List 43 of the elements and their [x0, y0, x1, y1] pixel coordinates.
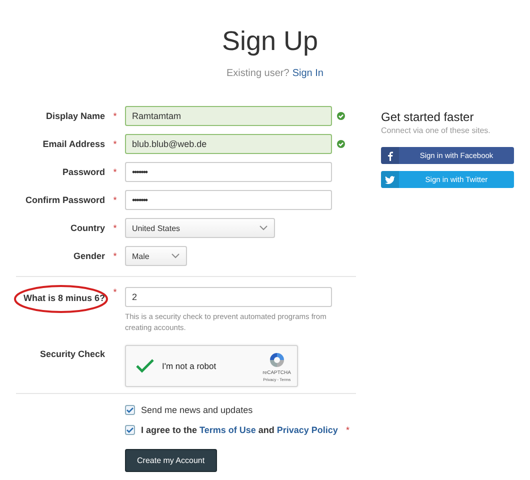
- chevron-icon: [259, 225, 268, 231]
- required-asterisk: *: [112, 139, 118, 149]
- checkbox[interactable]: [125, 425, 135, 435]
- bird-icon: [385, 176, 395, 184]
- field-label: Display Name: [44, 111, 105, 121]
- field-label: Security Check: [38, 348, 105, 359]
- sign-in-link[interactable]: Sign In: [292, 68, 324, 79]
- required-asterisk: *: [112, 195, 118, 205]
- terms-link[interactable]: Terms of Use: [200, 425, 256, 435]
- question-label: What is 8 minus 6?: [16, 287, 105, 303]
- check-circle-icon: [337, 140, 345, 148]
- input-field[interactable]: Ramtamtam: [125, 106, 332, 126]
- input-field[interactable]: •••••••: [125, 162, 332, 182]
- required-asterisk: *: [112, 287, 118, 297]
- select-dropdown[interactable]: Male: [125, 246, 187, 266]
- required-asterisk: *: [112, 223, 118, 233]
- required-asterisk: *: [112, 167, 118, 177]
- social-subtitle: Connect via one of these sites.: [381, 126, 492, 135]
- checkbox[interactable]: [125, 405, 135, 415]
- field-label: Confirm Password: [24, 195, 105, 205]
- recaptcha-logo-icon: [268, 351, 286, 369]
- field-label: Country: [70, 223, 105, 233]
- required-asterisk: *: [112, 251, 118, 261]
- field-label: Password: [61, 167, 105, 177]
- required-asterisk: *: [346, 425, 350, 435]
- input-field[interactable]: •••••••: [125, 190, 332, 210]
- page-title: Sign Up: [220, 25, 320, 58]
- privacy-link[interactable]: Privacy Policy: [276, 425, 338, 435]
- create-account-button[interactable]: Create my Account: [125, 449, 217, 472]
- social-title: Get started faster: [381, 110, 475, 124]
- answer-field[interactable]: 2: [125, 287, 332, 307]
- field-label: Email Address: [42, 139, 105, 149]
- check-circle-icon: [337, 112, 345, 120]
- field-label: Gender: [72, 251, 105, 261]
- required-asterisk: *: [112, 111, 118, 121]
- select-dropdown[interactable]: United States: [125, 218, 275, 238]
- checkbox-label: Send me news and updates: [141, 405, 253, 415]
- checkbox-label: I agree to the Terms of Use and Privacy Policy: [141, 425, 338, 435]
- chevron-icon: [171, 253, 180, 259]
- prompt-text: Existing user?: [226, 68, 290, 79]
- captcha-text: I'm not a robot: [162, 361, 216, 371]
- input-field[interactable]: blub.blub@web.de: [125, 134, 332, 154]
- facebook-icon: [387, 150, 393, 160]
